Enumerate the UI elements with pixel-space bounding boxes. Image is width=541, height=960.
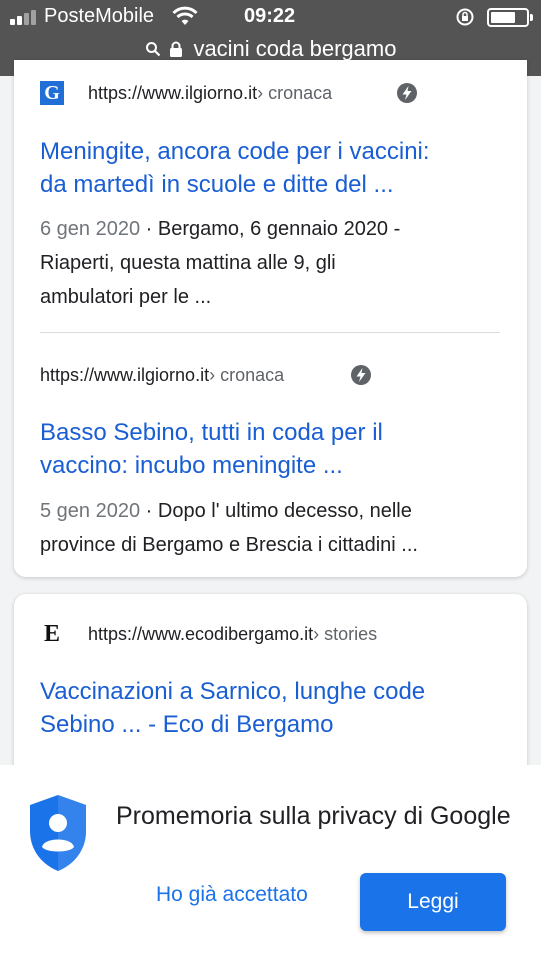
status-clock: 09:22	[244, 5, 296, 27]
result-title-link[interactable]: Basso Sebino, tutti in coda per il vacci…	[40, 416, 510, 482]
wifi-icon	[172, 6, 198, 25]
result-title-line: Sebino ... - Eco di Bergamo	[40, 711, 334, 738]
result-breadcrumb: › cronaca	[257, 82, 333, 103]
carrier-name: PosteMobile	[44, 5, 155, 27]
result-snippet: 6 gen 2020 · Bergamo, 6 gennaio 2020 - R…	[40, 212, 510, 314]
snippet-line: 5 gen 2020 · Dopo l' ultimo decesso, nel…	[40, 494, 510, 528]
result-source[interactable]: G https://www.ilgiorno.it › cronaca	[40, 80, 332, 106]
result-url: https://www.ecodibergamo.it	[88, 623, 314, 644]
result-url: https://www.ilgiorno.it	[88, 82, 258, 103]
result-divider	[40, 332, 500, 333]
search-icon	[145, 42, 160, 57]
status-bar: PosteMobile 09:22	[0, 0, 541, 34]
ilgiorno-favicon-icon: G	[40, 81, 64, 105]
result-source[interactable]: E https://www.ecodibergamo.it › stories	[40, 621, 377, 647]
already-accepted-button[interactable]: Ho già accettato	[156, 883, 308, 907]
result-breadcrumb: › cronaca	[209, 364, 285, 385]
privacy-message: Promemoria sulla privacy di Google	[116, 802, 511, 830]
signal-strength-icon	[10, 9, 38, 25]
address-bar-query: vacini coda bergamo	[193, 36, 397, 61]
amp-lightning-icon	[351, 365, 371, 385]
result-source[interactable]: https://www.ilgiorno.it › cronaca	[40, 362, 284, 388]
result-title-line: vaccino: incubo meningite ...	[40, 452, 343, 479]
snippet-line: 6 gen 2020 · Bergamo, 6 gennaio 2020 -	[40, 212, 510, 246]
result-card: G https://www.ilgiorno.it › cronaca Meni…	[14, 60, 527, 577]
privacy-reminder-banner: Promemoria sulla privacy di Google Ho gi…	[0, 765, 541, 960]
result-date: 6 gen 2020	[40, 218, 141, 240]
read-button[interactable]: Leggi	[360, 873, 506, 931]
result-snippet: 5 gen 2020 · Dopo l' ultimo decesso, nel…	[40, 494, 510, 562]
snippet-text: · Bergamo, 6 gennaio 2020 -	[140, 218, 401, 240]
result-title-line: da martedì in scuole e ditte del ...	[40, 171, 394, 198]
ecodibergamo-favicon-icon: E	[43, 620, 60, 647]
snippet-text: · Dopo l' ultimo decesso, nelle	[140, 500, 412, 522]
result-title-link[interactable]: Vaccinazioni a Sarnico, lunghe code Sebi…	[40, 675, 510, 741]
result-date: 5 gen 2020	[40, 500, 141, 522]
result-title-line: Basso Sebino, tutti in coda per il	[40, 419, 383, 446]
battery-icon	[487, 8, 529, 27]
battery-cap	[530, 14, 533, 21]
lock-icon	[169, 41, 182, 57]
result-title-link[interactable]: Meningite, ancora code per i vaccini: da…	[40, 135, 510, 201]
snippet-line: province di Bergamo e Brescia i cittadin…	[40, 534, 418, 556]
result-title-line: Meningite, ancora code per i vaccini:	[40, 138, 430, 165]
rotation-lock-icon	[456, 8, 474, 26]
result-title-line: Vaccinazioni a Sarnico, lunghe code	[40, 678, 426, 705]
battery-level	[491, 12, 515, 23]
privacy-shield-icon	[30, 795, 86, 871]
amp-lightning-icon	[397, 83, 417, 103]
result-breadcrumb: › stories	[313, 623, 378, 644]
snippet-line: Riaperti, questa mattina alle 9, gli	[40, 252, 336, 274]
snippet-line: ambulatori per le ...	[40, 286, 212, 308]
result-url: https://www.ilgiorno.it	[40, 364, 210, 385]
